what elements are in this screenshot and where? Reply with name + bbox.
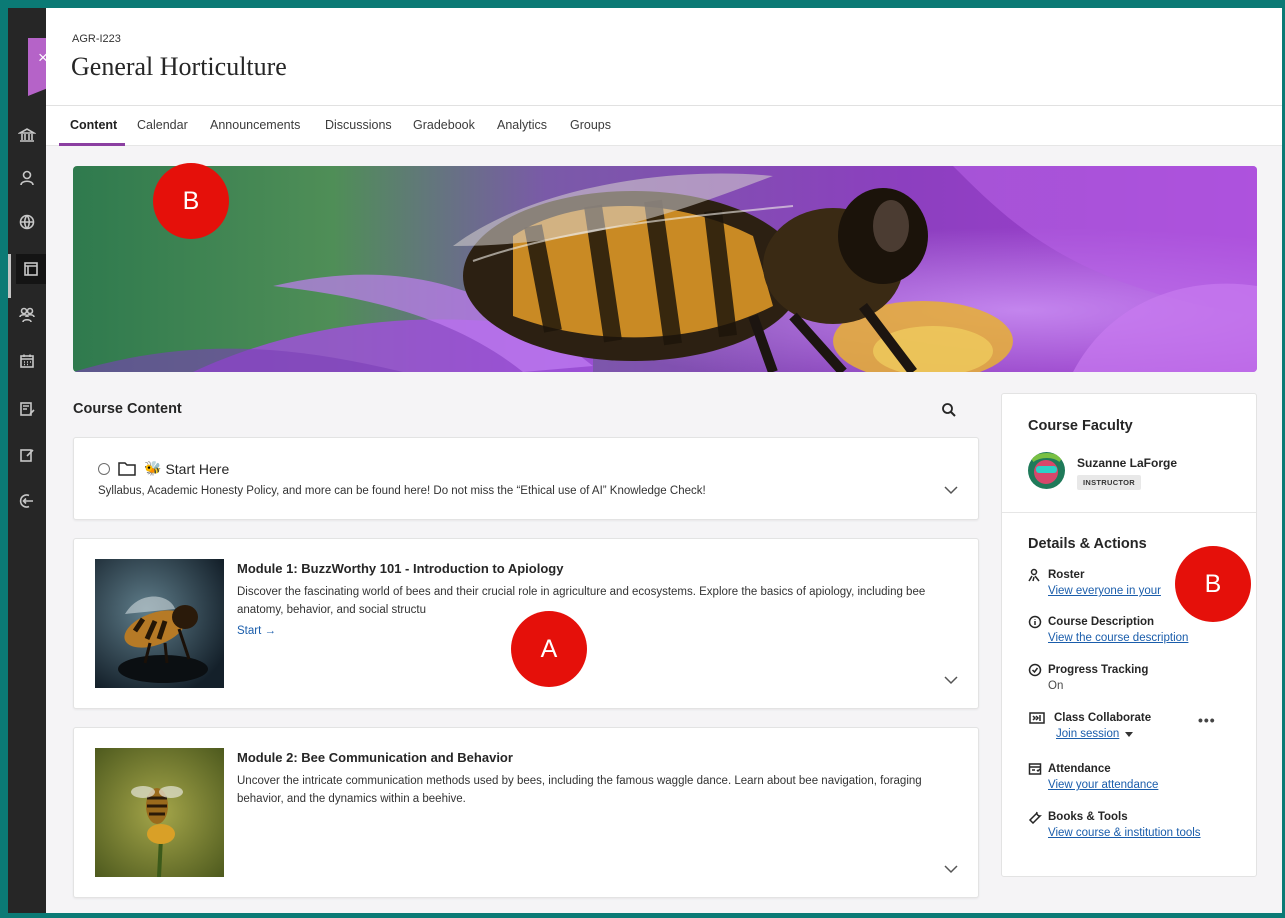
bee-emoji: 🐝 — [144, 460, 162, 476]
join-session-link[interactable]: Join session — [1056, 728, 1119, 740]
details-actions-heading: Details & Actions — [1028, 536, 1147, 552]
avatar[interactable] — [1028, 452, 1065, 489]
search-icon[interactable] — [941, 402, 957, 418]
tab-groups[interactable]: Groups — [570, 118, 611, 132]
start-here-card[interactable]: 🐝 Start Here Syllabus, Academic Honesty … — [73, 437, 979, 520]
progress-radio[interactable] — [98, 462, 110, 475]
app-frame: × AGR-I223 General Horticulture Content … — [8, 8, 1282, 913]
course-description-label: Course Description — [1048, 616, 1155, 628]
course-details-panel: Course Faculty Suzanne LaForge INSTRUCTO… — [1001, 393, 1257, 877]
course-header: AGR-I223 General Horticulture — [46, 8, 1282, 106]
roster-label: Roster — [1048, 569, 1085, 581]
module-thumbnail — [95, 748, 224, 877]
grades-icon[interactable] — [12, 394, 42, 424]
active-tab-indicator — [59, 143, 125, 146]
courses-icon[interactable] — [8, 254, 46, 298]
books-tools-link[interactable]: View course & institution tools — [1048, 827, 1201, 839]
course-description-link[interactable]: View the course description — [1048, 632, 1188, 644]
start-here-row: 🐝 Start Here — [98, 460, 229, 477]
profile-icon[interactable] — [12, 163, 42, 193]
page-title: General Horticulture — [71, 52, 287, 81]
course-description-action: Course Description View the course descr… — [1028, 615, 1188, 644]
divider — [1002, 512, 1256, 513]
roster-link[interactable]: View everyone in your — [1048, 585, 1161, 597]
caret-down-icon[interactable] — [1125, 731, 1134, 737]
start-link[interactable]: Start → — [237, 625, 276, 637]
module-card[interactable]: Module 2: Bee Communication and Behavior… — [73, 727, 979, 898]
class-collaborate-action: Class Collaborate Join session — [1028, 711, 1151, 740]
faculty-name[interactable]: Suzanne LaForge — [1077, 456, 1177, 470]
books-tools-label: Books & Tools — [1048, 811, 1128, 823]
collaborate-icon — [1029, 712, 1045, 724]
chevron-down-icon[interactable] — [944, 865, 958, 874]
start-here-title[interactable]: Start Here — [165, 461, 229, 477]
groups-icon[interactable] — [12, 300, 42, 330]
module-title[interactable]: Module 2: Bee Communication and Behavior — [237, 750, 513, 765]
progress-tracking-label: Progress Tracking — [1048, 664, 1149, 676]
globe-icon[interactable] — [12, 207, 42, 237]
attendance-icon — [1028, 763, 1042, 775]
institution-icon[interactable] — [12, 120, 42, 150]
logout-icon[interactable] — [12, 486, 42, 516]
annotation-marker-a: A — [511, 611, 587, 687]
attendance-action: Attendance View your attendance — [1028, 762, 1158, 791]
chevron-down-icon[interactable] — [944, 486, 958, 495]
course-code: AGR-I223 — [72, 33, 121, 45]
folder-icon — [118, 462, 136, 476]
start-here-description: Syllabus, Academic Honesty Policy, and m… — [98, 485, 706, 497]
progress-tracking-action: Progress Tracking On — [1028, 663, 1148, 692]
books-tools-action: Books & Tools View course & institution … — [1028, 810, 1201, 839]
course-content-heading: Course Content — [73, 401, 182, 417]
tab-discussions[interactable]: Discussions — [325, 118, 392, 132]
module-description: Discover the fascinating world of bees a… — [237, 586, 926, 616]
wrench-icon — [1028, 811, 1042, 824]
course-banner-image — [73, 166, 1257, 372]
roster-action: Roster View everyone in your — [1028, 568, 1161, 597]
annotation-marker-b: B — [153, 163, 229, 239]
role-badge: INSTRUCTOR — [1077, 475, 1142, 490]
tab-content[interactable]: Content — [70, 118, 117, 132]
progress-tracking-value: On — [1048, 680, 1064, 692]
tab-announcements[interactable]: Announcements — [210, 118, 300, 132]
module-title[interactable]: Module 1: BuzzWorthy 101 - Introduction … — [237, 561, 563, 576]
annotation-marker-b: B — [1175, 546, 1251, 622]
module-description: Uncover the intricate communication meth… — [237, 775, 922, 805]
check-circle-icon — [1028, 663, 1042, 677]
roster-icon — [1028, 568, 1040, 582]
chevron-down-icon[interactable] — [944, 676, 958, 685]
tab-gradebook[interactable]: Gradebook — [413, 118, 475, 132]
course-tabs: Content Calendar Announcements Discussio… — [46, 106, 1282, 146]
attendance-label: Attendance — [1048, 763, 1111, 775]
module-thumbnail — [95, 559, 224, 688]
class-collaborate-label: Class Collaborate — [1054, 712, 1152, 724]
course-faculty-heading: Course Faculty — [1028, 418, 1133, 434]
tab-analytics[interactable]: Analytics — [497, 118, 547, 132]
info-icon — [1028, 615, 1042, 629]
tab-calendar[interactable]: Calendar — [137, 118, 188, 132]
more-options-button[interactable]: ••• — [1198, 712, 1216, 728]
left-nav-rail: × — [8, 8, 58, 913]
calendar-icon[interactable] — [12, 346, 42, 376]
edit-icon[interactable] — [12, 440, 42, 470]
attendance-link[interactable]: View your attendance — [1048, 779, 1158, 791]
